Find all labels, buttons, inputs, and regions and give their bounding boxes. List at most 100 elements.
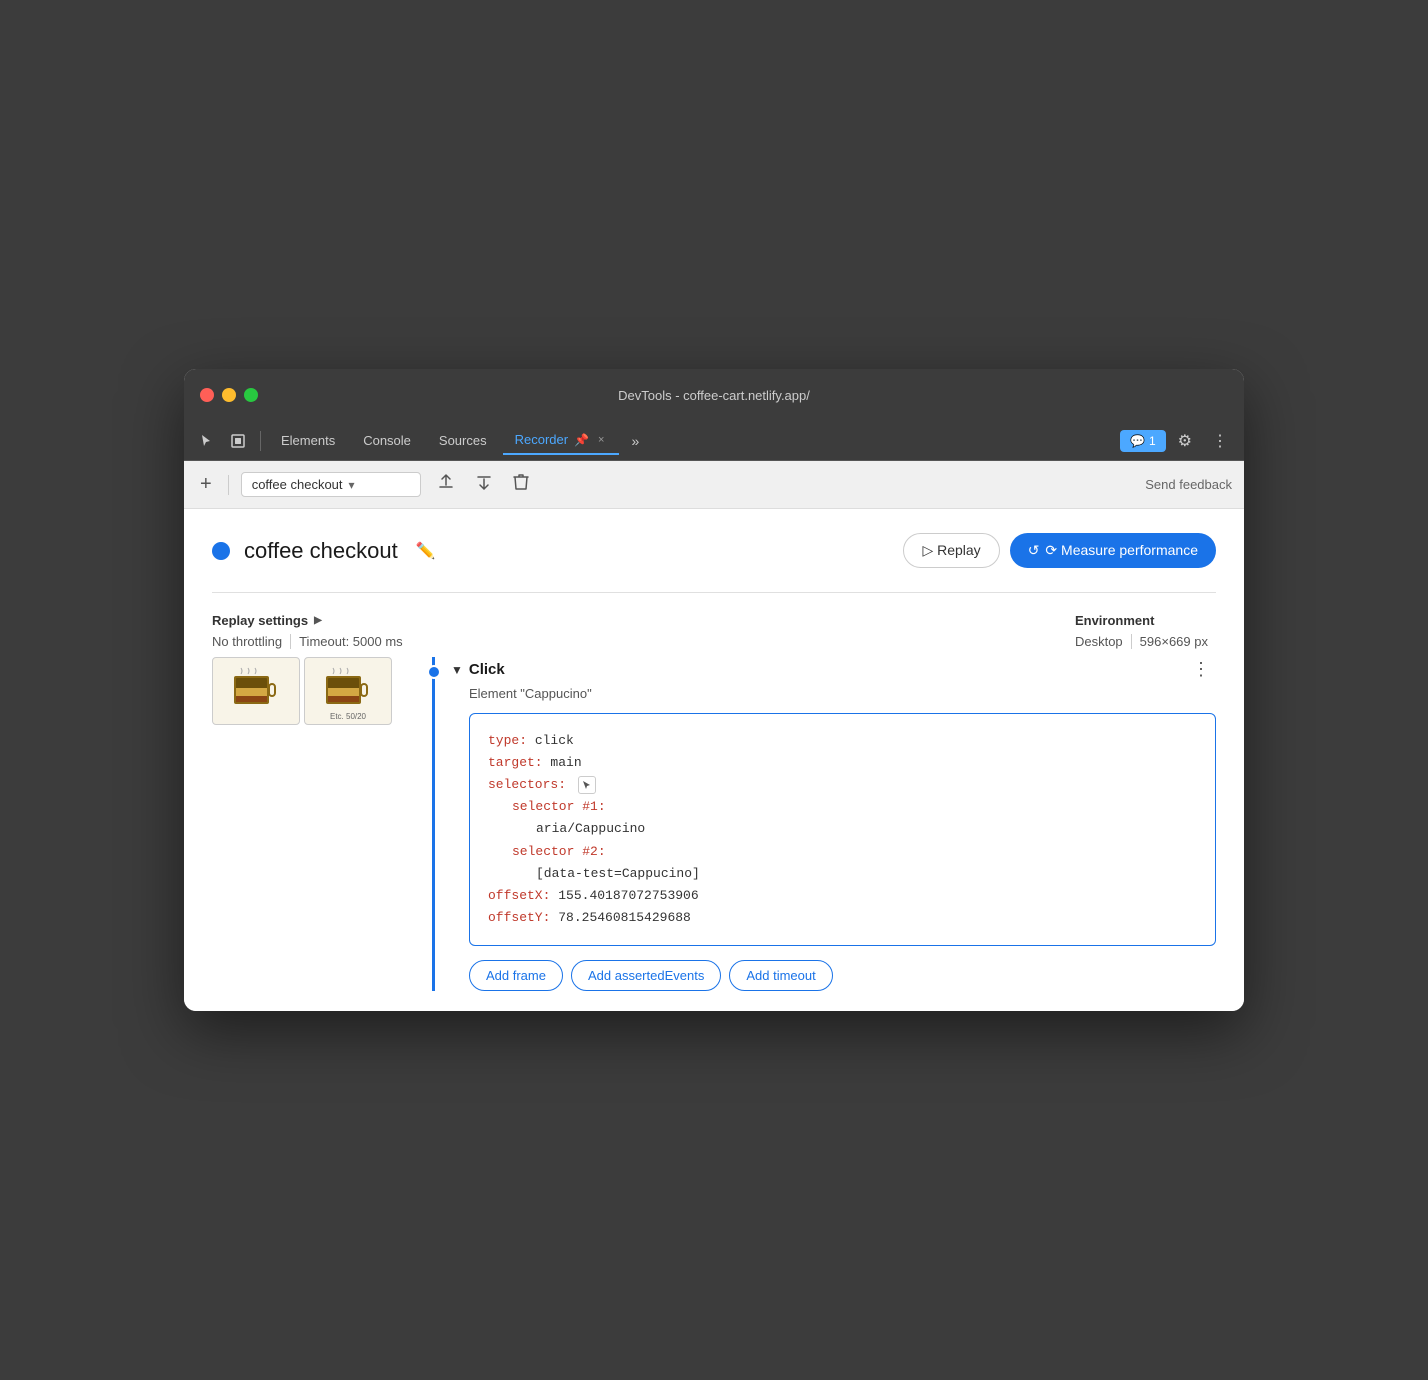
measure-performance-button[interactable]: ↺ ⟳ Measure performance xyxy=(1010,533,1216,568)
comment-button[interactable]: 💬 1 xyxy=(1120,430,1166,452)
recorder-pin-icon: 📌 xyxy=(574,433,589,447)
action-buttons: Add frame Add assertedEvents Add timeout xyxy=(469,960,1216,991)
thumbnail-2-label: Etc. 50/20 xyxy=(330,712,366,721)
cursor-icon xyxy=(198,433,214,449)
tabbar: Elements Console Sources Recorder 📌 × » … xyxy=(184,421,1244,461)
tab-recorder[interactable]: Recorder 📌 × xyxy=(503,426,620,455)
settings-left: Replay settings ▶ No throttling Timeout:… xyxy=(212,613,411,649)
toolbar-actions xyxy=(429,467,537,502)
recording-title: coffee checkout xyxy=(244,538,398,564)
coffee-image-1 xyxy=(226,666,286,716)
recording-header: coffee checkout ✏️ ▷ Replay ↺ ⟳ Measure … xyxy=(212,533,1216,568)
new-recording-button[interactable]: + xyxy=(196,469,216,500)
code-line-offsetY: offsetY: 78.25460815429688 xyxy=(488,907,1197,929)
step-type: Click xyxy=(469,661,505,678)
header-separator xyxy=(212,592,1216,593)
delete-icon xyxy=(513,473,529,491)
code-type-key: type: xyxy=(488,733,527,748)
settings-right: Environment Desktop 596×669 px xyxy=(1075,613,1216,649)
steps-area: Etc. 50/20 ▼ Click ⋮ Element "Cappucino" xyxy=(212,657,1216,991)
step-element: Element "Cappucino" xyxy=(451,686,1216,701)
code-selector1-val: aria/Cappucino xyxy=(536,821,645,836)
step-header: ▼ Click ⋮ xyxy=(451,657,1216,682)
step-collapse-icon[interactable]: ▼ xyxy=(451,663,463,677)
coffee-image-2 xyxy=(318,666,378,716)
replay-button[interactable]: ▷ Replay xyxy=(903,533,999,568)
export-button[interactable] xyxy=(429,467,463,502)
window-title: DevTools - coffee-cart.netlify.app/ xyxy=(618,388,810,403)
resolution-value: 596×669 px xyxy=(1131,634,1216,649)
traffic-lights xyxy=(200,388,258,402)
more-tabs-button[interactable]: » xyxy=(623,429,647,453)
throttling-value: No throttling xyxy=(212,634,290,649)
code-line-type: type: click xyxy=(488,730,1197,752)
selector-picker-icon[interactable] xyxy=(578,776,596,794)
tab-recorder-label: Recorder xyxy=(515,432,568,447)
code-line-offsetX: offsetX: 155.40187072753906 xyxy=(488,885,1197,907)
replay-settings-text: Replay settings xyxy=(212,613,308,628)
settings-row: Replay settings ▶ No throttling Timeout:… xyxy=(212,613,1216,649)
comment-icon: 💬 xyxy=(1130,434,1145,448)
code-selector1-key: selector #1: xyxy=(512,799,606,814)
code-target-val: main xyxy=(550,755,581,770)
toolbar-right: Send feedback xyxy=(1145,476,1232,494)
edit-icon[interactable]: ✏️ xyxy=(412,537,440,565)
close-button[interactable] xyxy=(200,388,214,402)
code-line-selector1-val: aria/Cappucino xyxy=(488,818,1197,840)
tab-sources-label: Sources xyxy=(439,433,487,448)
step-detail: ▼ Click ⋮ Element "Cappucino" type: clic… xyxy=(432,657,1216,991)
replay-settings-label[interactable]: Replay settings ▶ xyxy=(212,613,411,628)
tab-recorder-close[interactable]: × xyxy=(595,433,607,447)
step-title-row: ▼ Click xyxy=(451,661,505,678)
measure-button-label: ⟳ Measure performance xyxy=(1045,542,1198,559)
send-feedback-link[interactable]: Send feedback xyxy=(1145,477,1232,492)
picker-icon-svg xyxy=(581,779,593,791)
env-values: Desktop 596×669 px xyxy=(1075,634,1216,649)
measure-icon: ↺ xyxy=(1028,542,1040,559)
thumbnail-strip: Etc. 50/20 xyxy=(212,657,424,725)
tab-sources[interactable]: Sources xyxy=(427,427,499,454)
more-options-button[interactable]: ⋮ xyxy=(1204,427,1236,455)
delete-button[interactable] xyxy=(505,467,537,502)
code-selector2-val: [data-test=Cappucino] xyxy=(536,866,700,881)
tab-elements-label: Elements xyxy=(281,433,335,448)
tab-elements[interactable]: Elements xyxy=(269,427,347,454)
export-icon xyxy=(437,473,455,491)
inspect-icon-btn[interactable] xyxy=(224,429,252,453)
comment-count: 1 xyxy=(1149,434,1156,448)
tabbar-left: Elements Console Sources Recorder 📌 × » xyxy=(192,426,647,455)
code-selector2-key: selector #2: xyxy=(512,844,606,859)
tab-console[interactable]: Console xyxy=(351,427,423,454)
settings-button[interactable]: ⚙ xyxy=(1170,427,1200,455)
code-line-selector2-val: [data-test=Cappucino] xyxy=(488,863,1197,885)
minimize-button[interactable] xyxy=(222,388,236,402)
code-offsetY-key: offsetY: xyxy=(488,910,550,925)
add-timeout-button[interactable]: Add timeout xyxy=(729,960,832,991)
toolbar-divider xyxy=(228,475,229,495)
desktop-value: Desktop xyxy=(1075,634,1131,649)
code-offsetX-val: 155.40187072753906 xyxy=(558,888,698,903)
add-asserted-events-button[interactable]: Add assertedEvents xyxy=(571,960,721,991)
dropdown-arrow-icon: ▾ xyxy=(349,478,355,492)
replay-button-label: ▷ Replay xyxy=(922,542,980,559)
code-target-key: target: xyxy=(488,755,543,770)
steps-thumbnails: Etc. 50/20 xyxy=(212,657,432,991)
cursor-icon-btn[interactable] xyxy=(192,429,220,453)
code-offsetX-key: offsetX: xyxy=(488,888,550,903)
code-line-target: target: main xyxy=(488,752,1197,774)
header-actions: ▷ Replay ↺ ⟳ Measure performance xyxy=(903,533,1216,568)
code-line-selector1: selector #1: xyxy=(488,796,1197,818)
import-button[interactable] xyxy=(467,467,501,502)
more-tabs-icon: » xyxy=(631,433,639,449)
tabbar-right: 💬 1 ⚙ ⋮ xyxy=(1120,427,1236,455)
maximize-button[interactable] xyxy=(244,388,258,402)
recording-selector[interactable]: coffee checkout ▾ xyxy=(241,472,421,497)
recording-dot xyxy=(212,542,230,560)
recording-selector-text: coffee checkout xyxy=(252,477,343,492)
code-offsetY-val: 78.25460815429688 xyxy=(558,910,691,925)
step-more-button[interactable]: ⋮ xyxy=(1186,657,1216,682)
settings-arrow-icon: ▶ xyxy=(314,615,322,626)
devtools-window: DevTools - coffee-cart.netlify.app/ Elem… xyxy=(184,369,1244,1011)
code-line-selectors: selectors: xyxy=(488,774,1197,796)
add-frame-button[interactable]: Add frame xyxy=(469,960,563,991)
